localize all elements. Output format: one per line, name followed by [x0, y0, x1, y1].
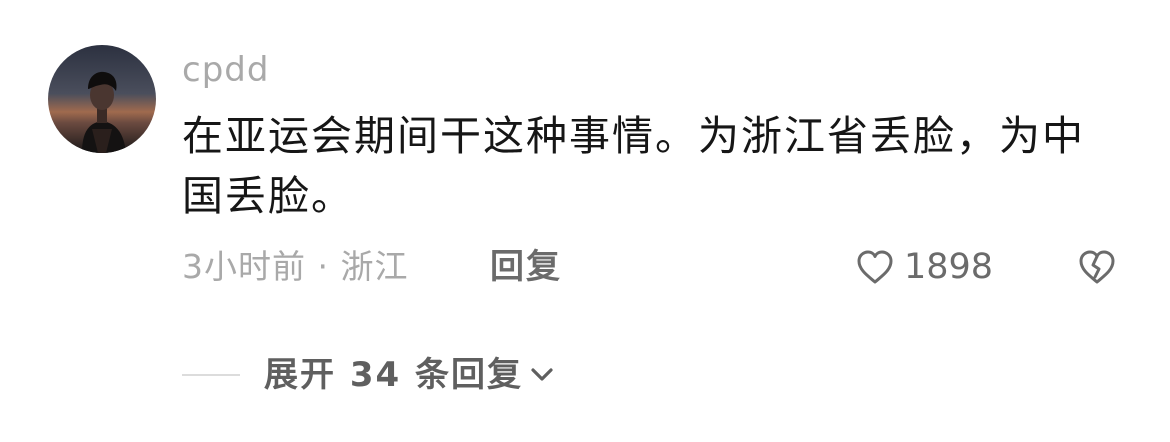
expand-replies-label: 展开 34 条回复 [264, 355, 523, 395]
reply-button[interactable]: 回复 [490, 242, 562, 292]
divider [182, 374, 240, 376]
broken-heart-icon[interactable] [1076, 246, 1118, 288]
username[interactable]: cpdd [182, 48, 269, 92]
comment-meta: 3小时前 · 浙江 [182, 247, 409, 286]
comment-actions: 3小时前 · 浙江 回复 1898 [182, 242, 1132, 292]
expand-replies-row: 展开 34 条回复 [182, 350, 557, 400]
comment-text: 在亚运会期间干这种事情。为浙江省丢脸，为中国丢脸。 [182, 112, 1085, 220]
like-count: 1898 [904, 247, 994, 287]
chevron-down-icon [531, 368, 553, 381]
comment-item: cpdd 在亚运会期间干这种事情。为浙江省丢脸，为中国丢脸。 3小时前 · 浙江… [0, 0, 1170, 442]
like-button[interactable]: 1898 [854, 242, 993, 292]
heart-outline-icon [857, 250, 893, 284]
avatar[interactable] [48, 45, 156, 153]
expand-replies-button[interactable]: 展开 34 条回复 [264, 350, 557, 400]
